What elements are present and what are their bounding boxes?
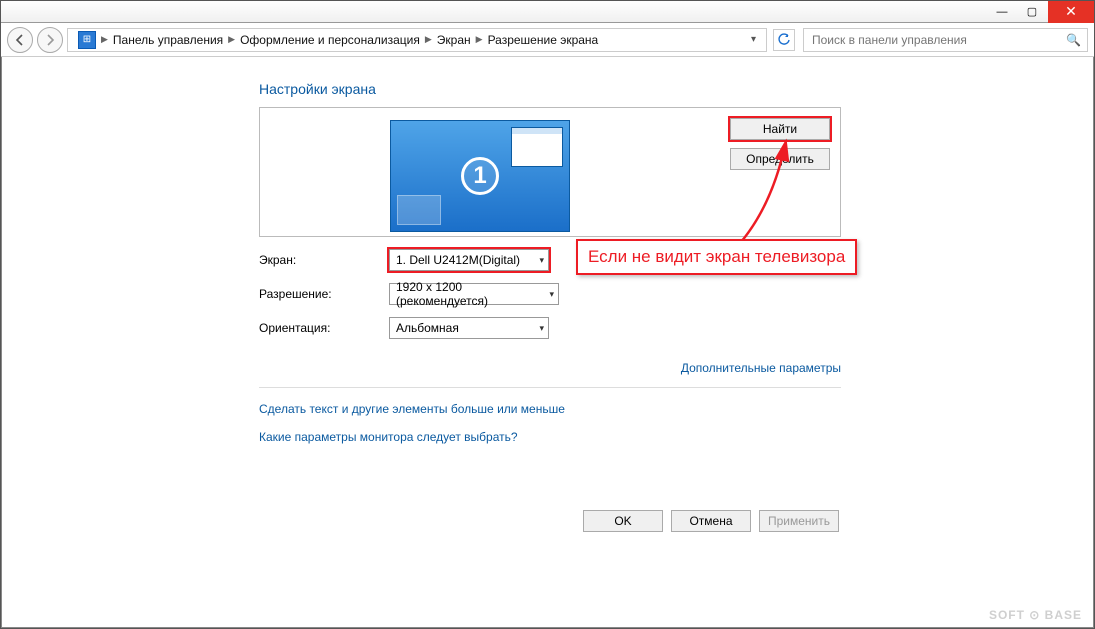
advanced-settings-link[interactable]: Дополнительные параметры — [681, 361, 841, 375]
orientation-select[interactable]: Альбомная ▾ — [389, 317, 549, 339]
which-settings-link[interactable]: Какие параметры монитора следует выбрать… — [259, 430, 518, 444]
detect-button[interactable]: Найти — [730, 118, 830, 140]
resolution-select-value: 1920 x 1200 (рекомендуется) — [396, 280, 543, 308]
dialog-buttons: OK Отмена Применить — [583, 510, 839, 532]
breadcrumb-item[interactable]: Разрешение экрана — [488, 33, 599, 47]
back-button[interactable] — [7, 27, 33, 53]
maximize-button[interactable]: ▢ — [1018, 3, 1046, 21]
search-box[interactable]: 🔍 — [803, 28, 1088, 52]
navbar: ⊞ ▶ Панель управления ▶ Оформление и пер… — [1, 23, 1094, 57]
ok-button[interactable]: OK — [583, 510, 663, 532]
watermark: SOFT ⊙ BASE — [989, 608, 1082, 622]
forward-button[interactable] — [37, 27, 63, 53]
cancel-button[interactable]: Отмена — [671, 510, 751, 532]
titlebar: — ▢ ✕ — [1, 1, 1094, 23]
breadcrumb[interactable]: ⊞ ▶ Панель управления ▶ Оформление и пер… — [67, 28, 767, 52]
search-icon[interactable]: 🔍 — [1066, 33, 1081, 47]
close-button[interactable]: ✕ — [1048, 1, 1094, 23]
orientation-label: Ориентация: — [259, 321, 389, 335]
monitor-number-badge: 1 — [461, 157, 499, 195]
orientation-select-value: Альбомная — [396, 321, 459, 335]
chevron-right-icon: ▶ — [425, 34, 432, 45]
display-label: Экран: — [259, 253, 389, 267]
chevron-down-icon: ▾ — [549, 289, 554, 300]
refresh-button[interactable] — [773, 29, 795, 51]
breadcrumb-item[interactable]: Панель управления — [113, 33, 223, 47]
resolution-label: Разрешение: — [259, 287, 389, 301]
chevron-down-icon[interactable]: ▾ — [747, 34, 760, 45]
display-select-value: 1. Dell U2412M(Digital) — [396, 253, 520, 267]
apply-button[interactable]: Применить — [759, 510, 839, 532]
chevron-down-icon: ▾ — [539, 255, 544, 266]
divider — [259, 387, 841, 388]
control-panel-icon: ⊞ — [78, 31, 96, 49]
page-title: Настройки экрана — [259, 81, 841, 97]
annotation-callout: Если не видит экран телевизора — [576, 239, 857, 275]
chevron-right-icon: ▶ — [476, 34, 483, 45]
chevron-right-icon: ▶ — [228, 34, 235, 45]
text-size-link[interactable]: Сделать текст и другие элементы больше и… — [259, 402, 565, 416]
taskbar-icon — [397, 195, 441, 225]
search-input[interactable] — [810, 32, 1066, 48]
breadcrumb-item[interactable]: Экран — [437, 33, 471, 47]
minimize-button[interactable]: — — [988, 3, 1016, 21]
chevron-right-icon: ▶ — [101, 34, 108, 45]
breadcrumb-item[interactable]: Оформление и персонализация — [240, 33, 420, 47]
resolution-select[interactable]: 1920 x 1200 (рекомендуется) ▾ — [389, 283, 559, 305]
display-select[interactable]: 1. Dell U2412M(Digital) ▾ — [389, 249, 549, 271]
chevron-down-icon: ▾ — [539, 323, 544, 334]
identify-button[interactable]: Определить — [730, 148, 830, 170]
window-frame: — ▢ ✕ ⊞ ▶ Панель управления ▶ Оформление… — [0, 0, 1095, 629]
window-icon — [511, 127, 563, 167]
monitor-thumbnail[interactable]: 1 — [390, 120, 570, 232]
display-preview-box: 1 Найти Определить — [259, 107, 841, 237]
